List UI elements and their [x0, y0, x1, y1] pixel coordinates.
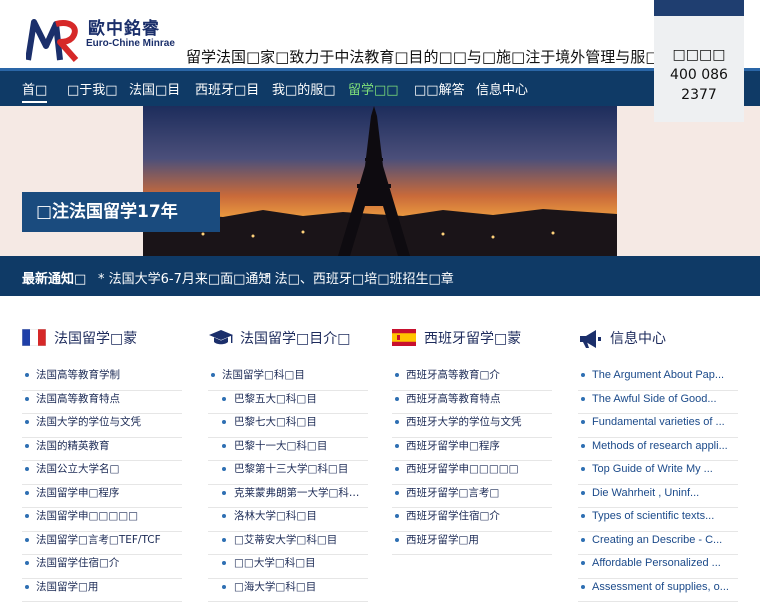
list-item[interactable]: 克莱蒙弗朗第一大学□科□目 — [208, 485, 368, 509]
graduation-cap-icon — [208, 329, 234, 347]
column-header: 法国留学□目介□ — [208, 325, 368, 355]
info-center-column: 信息中心 The Argument About Pap... The Awful… — [578, 325, 738, 355]
list-item[interactable]: Fundamental varieties of ... — [578, 414, 738, 438]
logo-english-name: Euro-Chine Minrae — [86, 38, 175, 49]
spain-study-list: 西班牙高等教育□介 西班牙高等教育特点 西班牙大学的学位与文凭 西班牙留学申□程… — [392, 367, 552, 555]
list-item[interactable]: Die Wahrheit , Uninf... — [578, 485, 738, 509]
spain-study-column: 西班牙留学□蒙 西班牙高等教育□介 西班牙高等教育特点 西班牙大学的学位与文凭 … — [392, 325, 552, 355]
banner-caption: □注法国留学17年 — [22, 192, 220, 232]
nav-france-programs[interactable]: 法国□目 — [129, 79, 180, 98]
list-item[interactable]: 巴黎五大□科□目 — [208, 391, 368, 415]
list-item[interactable]: Creating an Describe - C... — [578, 532, 738, 556]
hotline-label: □□□□ — [654, 45, 744, 65]
nav-services[interactable]: 我□的服□ — [272, 79, 336, 98]
list-item[interactable]: 法国留学住宿□介 — [22, 555, 182, 579]
notice-title: 最新通知□ — [22, 268, 86, 287]
list-item[interactable]: 法国留学□言考□TEF/TCF — [22, 532, 182, 556]
list-item[interactable]: □□大学□科□目 — [208, 555, 368, 579]
list-item[interactable]: Affordable Personalized ... — [578, 555, 738, 579]
hotline-box: □□□□ 400 086 2377 — [654, 0, 744, 122]
list-item[interactable]: 西班牙大学的学位与文凭 — [392, 414, 552, 438]
list-item[interactable]: □艾蒂安大学□科□目 — [208, 532, 368, 556]
site-slogan: 留学法国□家□致力于中法教育□目的□□与□施□注于境外管理与服□ — [186, 46, 659, 67]
notice-item[interactable]: * 法□、西班牙□培□班招生□章 — [264, 268, 454, 287]
list-item[interactable]: 巴黎七大□科□目 — [208, 414, 368, 438]
nav-home[interactable]: 首□ — [22, 79, 47, 103]
list-item[interactable]: 法国高等教育学制 — [22, 367, 182, 391]
france-study-column: 法国留学□蒙 法国高等教育学制 法国高等教育特点 法国大学的学位与文凭 法国的精… — [22, 325, 182, 355]
company-logo-icon[interactable] — [26, 16, 82, 62]
list-item[interactable]: 法国留学□用 — [22, 579, 182, 602]
list-item[interactable]: 法国大学的学位与文凭 — [22, 414, 182, 438]
site-header: 歐中銘睿 Euro-Chine Minrae 留学法国□家□致力于中法教育□目的… — [0, 0, 760, 68]
column-title[interactable]: 信息中心 — [610, 328, 666, 348]
nav-faq[interactable]: □□解答 — [414, 79, 465, 98]
list-item[interactable]: 法国公立大学名□ — [22, 461, 182, 485]
hero-banner: □注法国留学17年 — [0, 106, 760, 256]
megaphone-icon — [578, 329, 602, 349]
france-flag-icon — [22, 329, 46, 346]
list-item[interactable]: 法国留学申□□□□□ — [22, 508, 182, 532]
list-item[interactable]: □海大学□科□目 — [208, 579, 368, 602]
info-center-list: The Argument About Pap... The Awful Side… — [578, 367, 738, 602]
nav-spain-programs[interactable]: 西班牙□目 — [195, 79, 259, 98]
france-programs-list: 法国留学□科□目 巴黎五大□科□目 巴黎七大□科□目 巴黎十一大□科□目 巴黎第… — [208, 367, 368, 602]
france-study-list: 法国高等教育学制 法国高等教育特点 法国大学的学位与文凭 法国的精英教育 法国公… — [22, 367, 182, 602]
france-programs-column: 法国留学□目介□ 法国留学□科□目 巴黎五大□科□目 巴黎七大□科□目 巴黎十一… — [208, 325, 368, 355]
column-header: 信息中心 — [578, 325, 738, 355]
column-title[interactable]: 西班牙留学□蒙 — [424, 328, 521, 348]
main-nav: 首□ □于我□ 法国□目 西班牙□目 我□的服□ 留学□□ □□解答 信息中心 — [0, 68, 760, 106]
list-item[interactable]: The Awful Side of Good... — [578, 391, 738, 415]
list-item[interactable]: 巴黎第十三大学□科□目 — [208, 461, 368, 485]
column-header: 法国留学□蒙 — [22, 325, 182, 355]
list-item[interactable]: Assessment of supplies, o... — [578, 579, 738, 602]
list-item[interactable]: 法国高等教育特点 — [22, 391, 182, 415]
list-item[interactable]: 洛林大学□科□目 — [208, 508, 368, 532]
notice-item[interactable]: * 法国大学6-7月来□面□通知 — [98, 268, 271, 287]
nav-info-center[interactable]: 信息中心 — [476, 79, 528, 98]
spain-flag-icon — [392, 329, 416, 346]
list-item[interactable]: 西班牙高等教育□介 — [392, 367, 552, 391]
list-item[interactable]: The Argument About Pap... — [578, 367, 738, 391]
hotline-number[interactable]: 400 086 2377 — [664, 65, 734, 105]
logo-chinese-name: 歐中銘睿 — [88, 14, 160, 39]
list-item[interactable]: 西班牙留学□言考□ — [392, 485, 552, 509]
list-item[interactable]: Top Guide of Write My ... — [578, 461, 738, 485]
notice-bar: 最新通知□ * 法国大学6-7月来□面□通知 * 法□、西班牙□培□班招生□章 — [0, 256, 760, 296]
list-item[interactable]: Methods of research appli... — [578, 438, 738, 462]
column-header: 西班牙留学□蒙 — [392, 325, 552, 355]
list-item[interactable]: 西班牙留学申□□□□□ — [392, 461, 552, 485]
list-item[interactable]: Types of scientific texts... — [578, 508, 738, 532]
eiffel-tower-photo[interactable] — [143, 106, 617, 256]
nav-study-abroad[interactable]: 留学□□ — [348, 79, 399, 98]
nav-about[interactable]: □于我□ — [67, 79, 118, 98]
list-item[interactable]: 西班牙留学申□程序 — [392, 438, 552, 462]
list-item[interactable]: 法国的精英教育 — [22, 438, 182, 462]
hotline-top-bar — [654, 0, 744, 16]
list-item[interactable]: 西班牙留学□用 — [392, 532, 552, 556]
list-item[interactable]: 西班牙高等教育特点 — [392, 391, 552, 415]
column-title[interactable]: 法国留学□蒙 — [54, 328, 137, 348]
column-title[interactable]: 法国留学□目介□ — [240, 328, 350, 348]
list-item[interactable]: 西班牙留学住宿□介 — [392, 508, 552, 532]
list-item[interactable]: 巴黎十一大□科□目 — [208, 438, 368, 462]
list-item[interactable]: 法国留学申□程序 — [22, 485, 182, 509]
list-item[interactable]: 法国留学□科□目 — [208, 367, 368, 391]
